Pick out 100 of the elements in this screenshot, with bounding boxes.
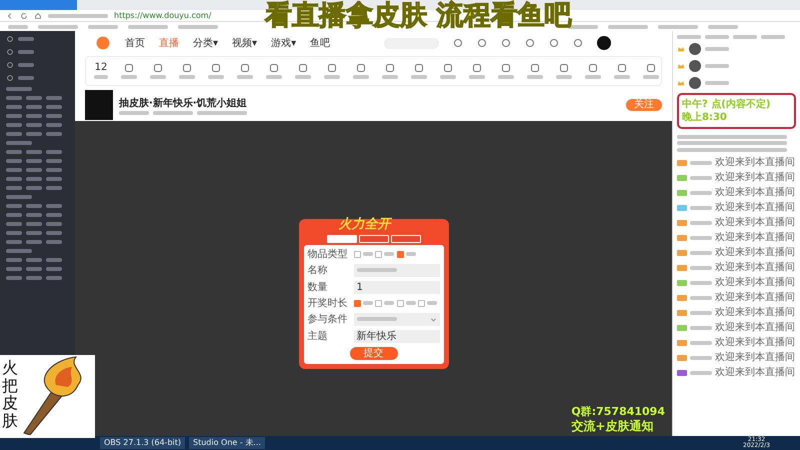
blurred-text [6,150,22,154]
tool-icon[interactable] [327,63,337,73]
tool-icon[interactable] [472,63,482,73]
nav-link[interactable]: 鱼吧 [310,36,330,50]
field-label: 物品类型 [308,248,348,260]
address-url[interactable]: https://www.douyu.com/ [114,10,212,20]
taskbar-item[interactable]: OBS 27.1.3 (64-bit) [100,437,185,449]
chat-message: 欢迎来到本直播间 [715,277,795,289]
blurred-text [26,240,42,244]
blurred-text [46,267,62,271]
checkbox[interactable] [354,300,360,306]
blurred-text [26,159,42,163]
tool-icon[interactable] [530,63,540,73]
tool-icon[interactable] [298,63,308,73]
blurred-text [46,186,62,190]
checkbox[interactable] [375,300,382,306]
count-number: 12 [94,63,108,73]
qq-group-text: Q群:757841094 [571,405,665,419]
toolbar-icon[interactable] [573,38,584,48]
avatar[interactable] [597,36,612,50]
blurred-text [6,87,32,91]
blurred-text [469,75,485,79]
blurred-text [153,110,193,114]
tool-icon[interactable] [211,63,221,73]
tool-icon[interactable] [124,63,134,73]
chat-message: 欢迎来到本直播间 [715,337,795,349]
blurred-text [6,204,22,208]
logo-icon[interactable] [95,35,111,51]
checkbox[interactable] [418,300,425,306]
input-field[interactable]: 新年快乐 [354,330,440,342]
input-field[interactable]: 1 [354,280,440,294]
checkbox[interactable] [396,250,404,258]
home-icon[interactable] [34,12,42,20]
logo-text: 火把皮肤 [1,357,16,432]
tool-icon[interactable] [559,63,569,73]
blurred-text [6,267,22,271]
tool-icon[interactable] [240,63,250,73]
blurred-text [411,75,427,79]
toolbar-icon[interactable] [453,38,464,48]
reload-icon[interactable] [20,12,28,20]
blurred-text [26,258,42,262]
dialog-tab[interactable] [326,234,356,242]
tool-icon[interactable] [588,63,598,73]
tool-icon[interactable] [443,63,453,73]
blurred-text [26,150,42,154]
toolbar-icon[interactable] [525,38,536,48]
input-field[interactable] [354,264,440,276]
blurred-text [18,50,34,54]
toolbar-icon[interactable] [477,38,488,48]
blurred-text [179,75,195,79]
blurred-text [26,96,42,100]
blurred-text [690,356,712,360]
tool-icon[interactable] [356,63,366,73]
tool-icon[interactable] [269,63,279,73]
note-line: 中午? 点(内容不定) [682,98,772,111]
nav-link[interactable]: 首页 [125,36,145,50]
tool-icon[interactable] [153,63,163,73]
blurred-text [690,206,712,210]
blurred-text [150,75,166,79]
blurred-text [585,75,601,79]
tool-icon[interactable] [617,63,627,73]
nav-link[interactable]: 游戏▾ [271,36,296,50]
nav-link[interactable]: 视频▾ [232,36,258,50]
blurred-text [440,75,456,79]
chat-message: 欢迎来到本直播间 [715,232,795,244]
blurred-text [6,276,22,280]
blurred-text [6,105,22,109]
toolbar-icon[interactable] [549,38,560,48]
checkbox[interactable] [354,250,360,258]
tool-icon[interactable] [646,63,656,73]
tool-icon[interactable] [182,63,192,73]
back-icon[interactable] [6,12,14,20]
blurred-text [705,35,729,39]
dialog-tab[interactable] [390,234,420,242]
checkbox[interactable] [396,300,404,306]
toolbar-icon[interactable] [501,38,512,48]
blurred-text [356,317,396,321]
blurred-text [121,75,137,79]
blurred-text [208,75,224,79]
tool-icon[interactable] [414,63,424,73]
dialog-tab[interactable] [358,234,388,242]
blurred-text [6,222,22,226]
blurred-text [733,35,757,39]
chat-message: 欢迎来到本直播间 [715,202,795,214]
blurred-text [690,251,712,255]
tool-icon[interactable] [501,63,511,73]
select-field[interactable] [354,312,440,326]
nav-link[interactable]: 分类▾ [193,36,218,50]
blurred-text [690,161,712,165]
blurred-text [6,177,22,181]
chat-message: 欢迎来到本直播间 [715,292,795,304]
blurred-text [406,301,416,305]
blurred-text [18,63,34,67]
checkbox[interactable] [375,250,382,258]
blurred-text [708,24,738,28]
caret-icon[interactable] [430,316,436,322]
tool-icon[interactable] [385,63,395,73]
blurred-text [46,123,62,127]
blurred-text [46,222,62,226]
taskbar-item[interactable]: Studio One - 未... [189,437,265,449]
